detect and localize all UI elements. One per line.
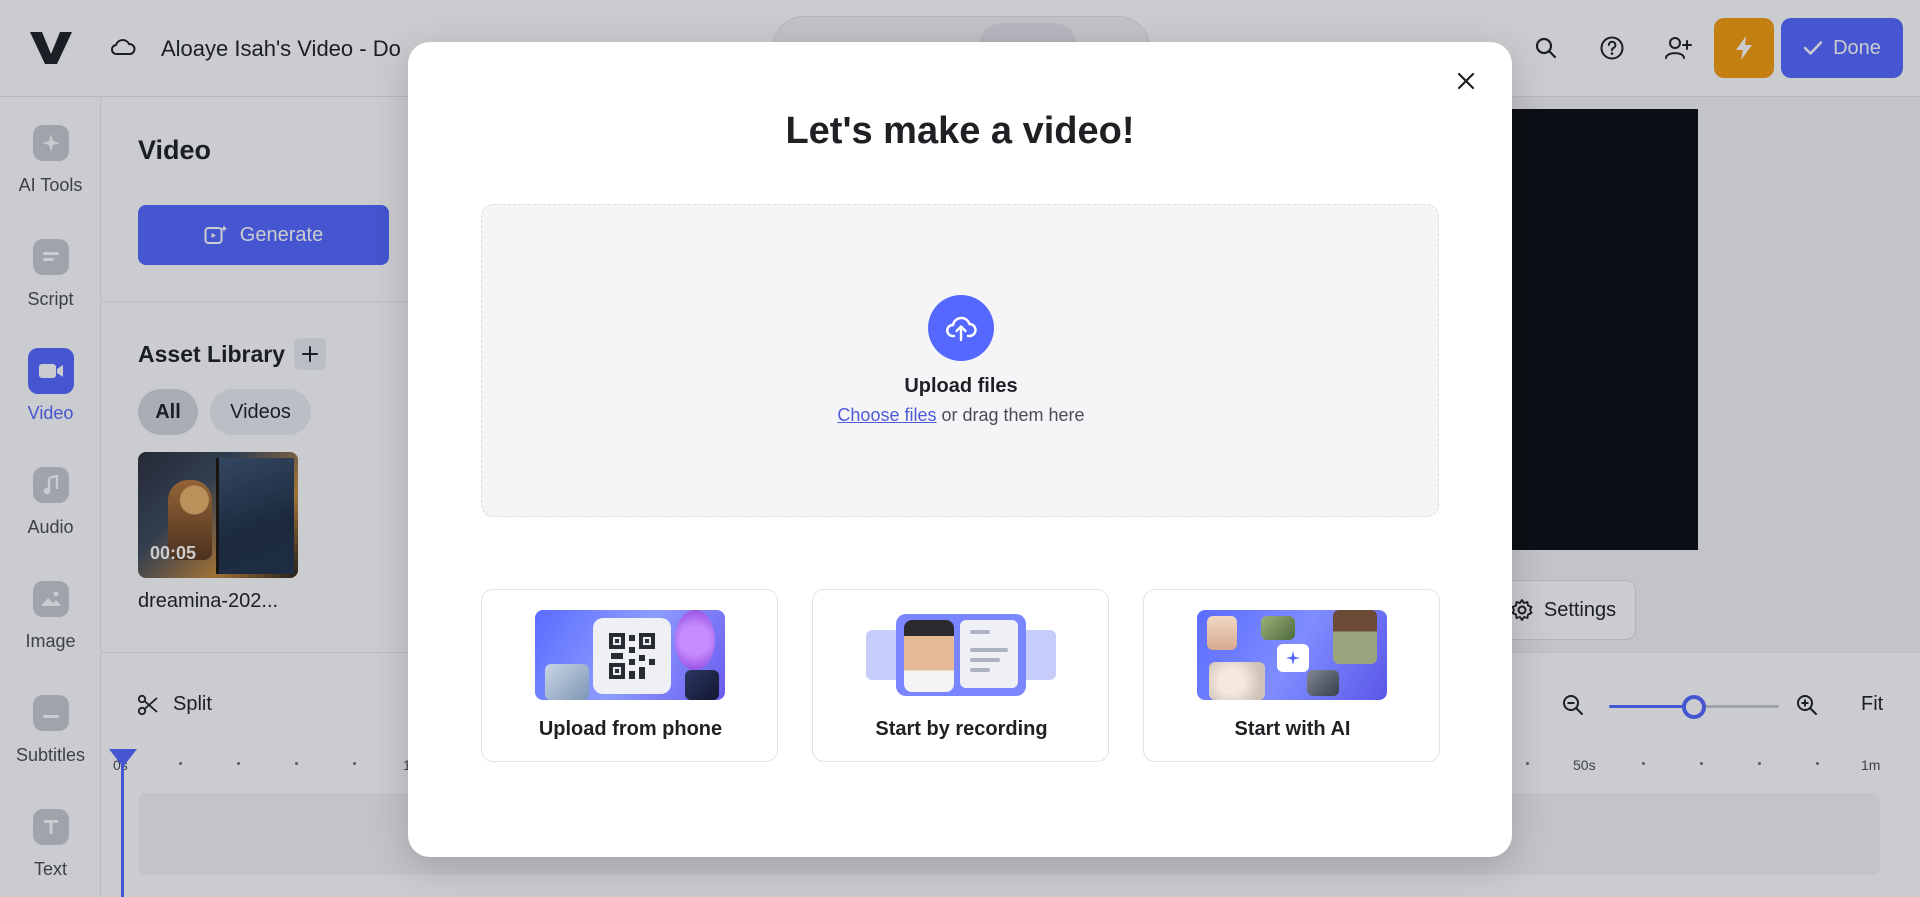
art-tile [1209, 662, 1265, 700]
art-tile [685, 670, 719, 700]
start-by-recording-art [866, 610, 1056, 700]
option-label: Upload from phone [538, 718, 723, 740]
upload-title: Upload files [904, 375, 1018, 397]
modal-title: Let's make a video! [785, 110, 1135, 152]
close-icon[interactable] [1449, 64, 1483, 98]
art-tile [1261, 616, 1295, 640]
start-by-recording-card[interactable]: Start by recording [812, 589, 1109, 762]
qr-code-icon [593, 618, 671, 694]
art-tile [545, 664, 589, 700]
choose-files-link[interactable]: Choose files [837, 405, 936, 425]
drag-hint: or drag them here [936, 405, 1085, 425]
upload-from-phone-art [535, 610, 725, 700]
sparkle-icon [1277, 644, 1309, 672]
art-tile [1207, 616, 1237, 650]
upload-dropzone[interactable]: Upload files Choose files or drag them h… [481, 204, 1439, 517]
create-video-modal: Let's make a video! Upload files Choose … [408, 42, 1512, 857]
art-tile [1022, 630, 1056, 680]
art-tile [1307, 670, 1339, 696]
art-tile [1333, 610, 1377, 664]
start-with-ai-art [1197, 610, 1387, 700]
upload-subtitle: Choose files or drag them here [482, 405, 1440, 426]
cloud-upload-icon[interactable] [928, 295, 994, 361]
recording-person-art [904, 620, 954, 692]
option-label: Start with AI [1234, 718, 1351, 740]
art-tile [866, 630, 900, 680]
art-tile [675, 610, 715, 670]
upload-from-phone-card[interactable]: Upload from phone [481, 589, 778, 762]
art-card [960, 620, 1018, 688]
start-with-ai-card[interactable]: Start with AI [1143, 589, 1440, 762]
option-label: Start by recording [875, 718, 1048, 740]
